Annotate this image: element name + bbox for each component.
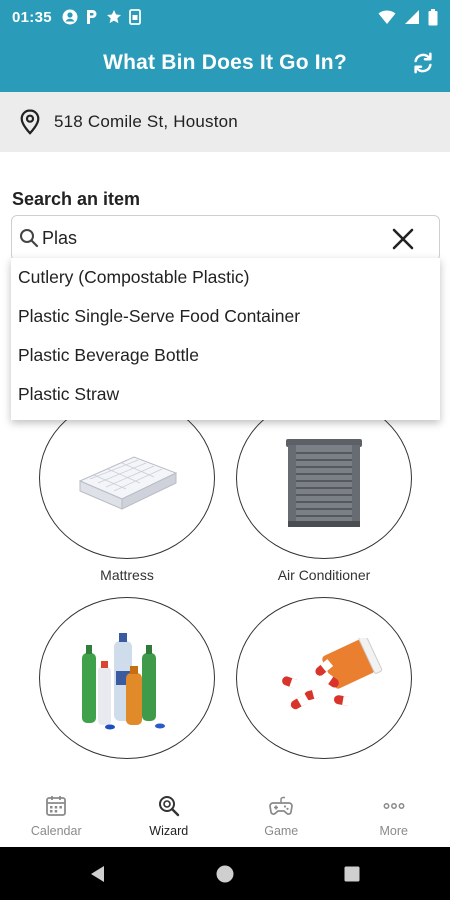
signal-icon (405, 10, 419, 24)
item-card-pills[interactable] (236, 597, 412, 759)
status-time: 01:35 (12, 8, 52, 26)
app-bar: What Bin Does It Go In? (0, 34, 450, 92)
search-label: Search an item (12, 189, 141, 209)
wizard-search-icon (158, 796, 179, 817)
nav-item-more[interactable]: More (338, 785, 450, 847)
star-icon (106, 10, 121, 24)
calendar-icon (46, 796, 67, 816)
parking-icon (86, 10, 97, 24)
nav-item-calendar[interactable]: Calendar (0, 785, 113, 847)
mattress-image (78, 456, 178, 510)
address-text: 518 Comile St, Houston (54, 112, 238, 131)
item-label: Mattress (100, 567, 154, 583)
item-circle[interactable] (39, 397, 215, 559)
pills-image (282, 638, 383, 710)
nav-item-game[interactable]: Game (225, 785, 338, 847)
item-circle[interactable] (236, 597, 412, 759)
status-system-icons (378, 8, 438, 26)
system-navigation-bar (0, 847, 450, 900)
app-title: What Bin Does It Go In? (103, 51, 347, 74)
plastic-bottles-image (82, 633, 165, 730)
battery-icon (428, 8, 438, 25)
more-icon (383, 803, 405, 809)
back-icon[interactable] (87, 863, 109, 885)
refresh-icon[interactable] (410, 50, 436, 76)
item-card-air-conditioner[interactable]: Air Conditioner (236, 397, 412, 583)
item-circle[interactable] (236, 397, 412, 559)
bottom-navigation: Calendar Wizard Game More (0, 785, 450, 847)
sim-card-icon (128, 9, 141, 25)
suggestion-item[interactable]: Plastic Beverage Bottle (11, 336, 440, 375)
search-input[interactable] (42, 223, 372, 253)
game-icon (269, 796, 294, 815)
search-icon (20, 229, 39, 248)
suggestion-item[interactable]: Plastic Straw (11, 375, 440, 414)
location-bar[interactable]: 518 Comile St, Houston (0, 92, 450, 152)
air-conditioner-image (286, 439, 362, 527)
status-bar: 01:35 (0, 0, 450, 34)
suggestion-item[interactable]: Cutlery (Compostable Plastic) (11, 258, 440, 297)
nav-label: Calendar (30, 824, 82, 838)
item-label: Air Conditioner (277, 567, 371, 583)
suggestion-item[interactable]: Plastic Single-Serve Food Container (11, 297, 440, 336)
recents-icon[interactable] (341, 863, 363, 885)
location-pin-icon (20, 109, 40, 135)
home-icon[interactable] (214, 863, 236, 885)
search-box[interactable] (11, 215, 440, 261)
wifi-icon (378, 10, 396, 24)
account-icon (62, 9, 78, 25)
clear-search-icon[interactable] (391, 227, 415, 251)
nav-item-wizard[interactable]: Wizard (113, 785, 226, 847)
status-notification-icons (62, 9, 141, 25)
nav-label: More (379, 824, 408, 838)
item-card-plastic-bottles[interactable] (39, 597, 215, 759)
nav-label: Wizard (149, 824, 189, 838)
item-circle[interactable] (39, 597, 215, 759)
nav-label: Game (264, 824, 299, 838)
suggestion-dropdown: Cutlery (Compostable Plastic) Plastic Si… (11, 258, 440, 420)
item-card-mattress[interactable]: Mattress (39, 397, 215, 583)
